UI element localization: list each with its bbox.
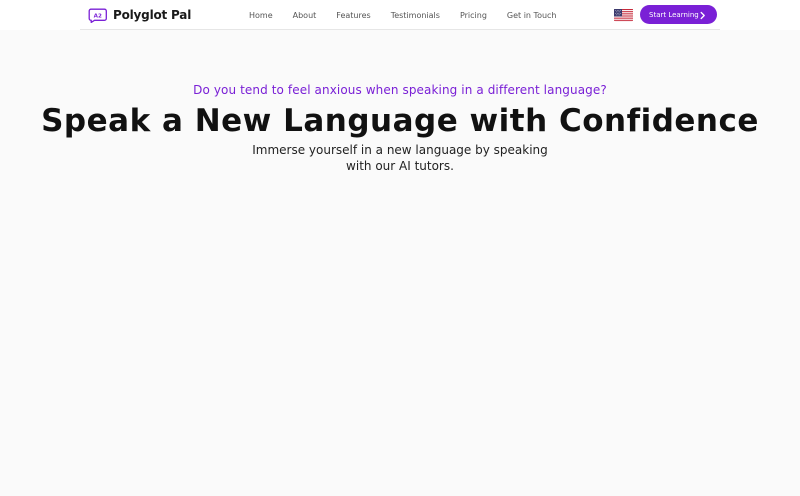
hero-headline: Speak a New Language with Confidence [41, 103, 759, 139]
hero-subtext: Immerse yourself in a new language by sp… [252, 143, 548, 173]
nav-link-home[interactable]: Home [239, 11, 283, 20]
main-nav: Home About Features Testimonials Pricing… [239, 0, 567, 30]
header-divider [80, 29, 720, 30]
start-learning-button[interactable]: Start Learning [640, 5, 717, 24]
nav-link-testimonials[interactable]: Testimonials [381, 11, 450, 20]
nav-link-about[interactable]: About [283, 11, 327, 20]
chevron-right-icon [697, 9, 708, 20]
start-learning-label: Start Learning [649, 10, 699, 19]
brand-name: Polyglot Pal [113, 8, 192, 22]
us-flag-icon[interactable] [614, 8, 633, 22]
language-chat-logo-icon: A2 [88, 8, 107, 23]
nav-link-features[interactable]: Features [326, 11, 380, 20]
logo-monogram: A2 [94, 13, 102, 19]
nav-link-pricing[interactable]: Pricing [450, 11, 497, 20]
hero-section: Do you tend to feel anxious when speakin… [0, 80, 800, 174]
brand-home-link[interactable]: A2 Polyglot Pal [88, 6, 191, 24]
hero-eyebrow: Do you tend to feel anxious when speakin… [193, 83, 607, 97]
landing-page: A2 Polyglot Pal Home About Features Test… [0, 0, 800, 496]
site-header: A2 Polyglot Pal Home About Features Test… [0, 0, 800, 30]
nav-link-get-in-touch[interactable]: Get in Touch [497, 11, 567, 20]
